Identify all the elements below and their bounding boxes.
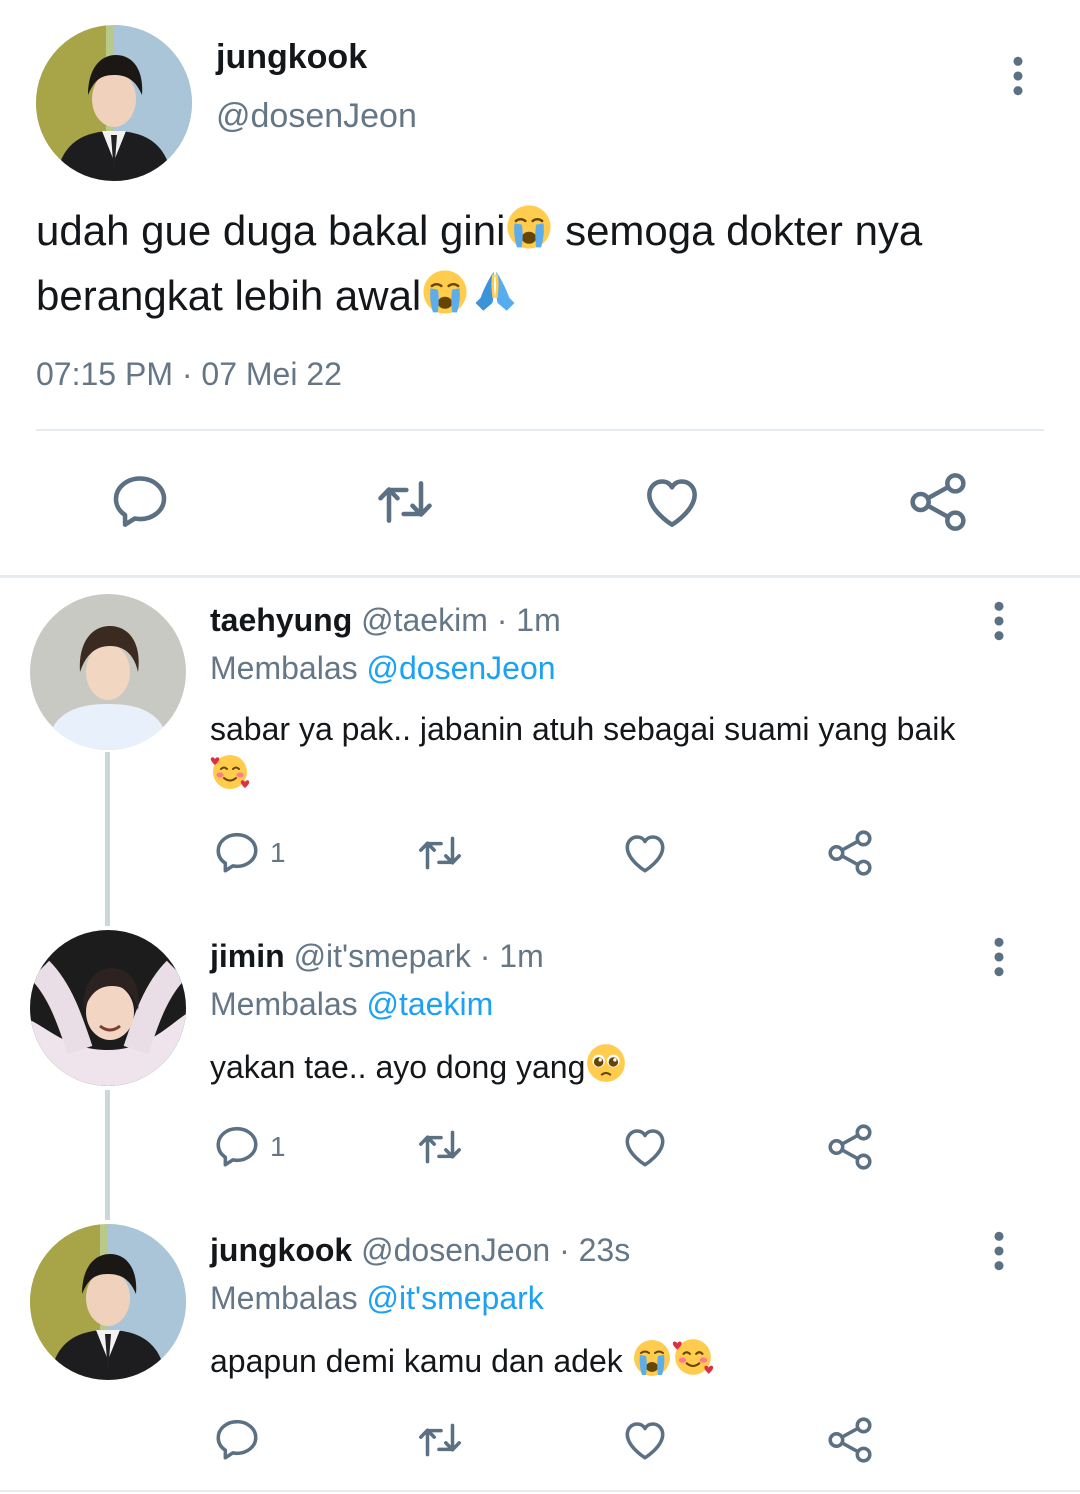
- comment-icon[interactable]: [212, 1122, 262, 1172]
- tweet-actions: [0, 470, 1080, 534]
- reply-count: 1: [270, 837, 286, 868]
- avatar[interactable]: [36, 25, 192, 181]
- loudly-crying-emoji-icon: [421, 268, 469, 329]
- tweet-text-line2: berangkat lebih awal: [36, 272, 422, 319]
- share-icon[interactable]: [906, 470, 970, 534]
- reply-header: jungkook @dosenJeon · 23s: [210, 1232, 630, 1269]
- share-icon[interactable]: [825, 1121, 875, 1173]
- author-meta: @dosenJeon · 23s: [352, 1232, 631, 1268]
- folded-hands-emoji-icon: [469, 264, 521, 329]
- retweet-icon[interactable]: [373, 470, 437, 534]
- mention-link[interactable]: @taekim: [367, 986, 494, 1022]
- reply-text-content: yakan tae.. ayo dong yang: [210, 1049, 586, 1085]
- replying-to-prefix: Membalas: [210, 1280, 367, 1316]
- pleading-face-emoji-icon: [585, 1042, 627, 1096]
- more-vertical-icon[interactable]: [986, 937, 1012, 977]
- replying-to-prefix: Membalas: [210, 986, 367, 1022]
- author-meta: @it'smepark · 1m: [284, 938, 544, 974]
- avatar[interactable]: [30, 930, 186, 1086]
- main-tweet: jungkook @dosenJeon udah gue duga bakal …: [0, 0, 1080, 575]
- mention-link[interactable]: @it'smepark: [367, 1280, 544, 1316]
- thread-line: [105, 752, 110, 926]
- author-meta: @taekim · 1m: [352, 602, 561, 638]
- section-divider: [0, 575, 1080, 578]
- more-vertical-icon[interactable]: [1004, 56, 1032, 96]
- replying-to: Membalas @taekim: [210, 986, 493, 1023]
- reply-count: 1: [270, 1131, 286, 1162]
- loudly-crying-emoji-icon: [632, 1338, 672, 1390]
- reply-header: jimin @it'smepark · 1m: [210, 938, 544, 975]
- author-name[interactable]: jimin: [210, 938, 285, 974]
- reply-text: yakan tae.. ayo dong yang: [210, 1042, 1010, 1096]
- reply-text-content: sabar ya pak.. jabanin atuh sebagai suam…: [210, 711, 956, 747]
- more-vertical-icon[interactable]: [986, 1231, 1012, 1271]
- tweet-text: udah gue duga bakal gini semoga dokter n…: [36, 203, 1046, 329]
- author-handle[interactable]: @dosenJeon: [216, 97, 417, 136]
- thread-line: [105, 1090, 110, 1220]
- share-icon[interactable]: [825, 827, 875, 879]
- share-icon[interactable]: [825, 1414, 875, 1466]
- comment-button[interactable]: [212, 1414, 270, 1466]
- heart-icon[interactable]: [620, 1121, 670, 1173]
- retweet-icon[interactable]: [415, 1121, 465, 1173]
- retweet-icon[interactable]: [415, 1414, 465, 1466]
- tweet-text-line1-rest: semoga dokter nya: [553, 207, 923, 254]
- comment-icon[interactable]: [212, 1415, 262, 1465]
- author-name[interactable]: jungkook: [216, 38, 367, 77]
- comment-icon[interactable]: [108, 470, 172, 534]
- heart-icon[interactable]: [620, 827, 670, 879]
- mention-link[interactable]: @dosenJeon: [367, 650, 556, 686]
- smiling-face-with-hearts-emoji-icon: [672, 1336, 714, 1390]
- avatar[interactable]: [30, 1224, 186, 1380]
- replying-to: Membalas @dosenJeon: [210, 650, 556, 687]
- replying-to-prefix: Membalas: [210, 650, 367, 686]
- more-vertical-icon[interactable]: [986, 601, 1012, 641]
- reply-header: taehyung @taekim · 1m: [210, 602, 561, 639]
- retweet-icon[interactable]: [415, 827, 465, 879]
- heart-icon[interactable]: [620, 1414, 670, 1466]
- loudly-crying-emoji-icon: [505, 203, 553, 264]
- replying-to: Membalas @it'smepark: [210, 1280, 544, 1317]
- reply-text: sabar ya pak.. jabanin atuh sebagai suam…: [210, 706, 970, 804]
- tweet-text-line1: udah gue duga bakal gini: [36, 207, 506, 254]
- comment-button[interactable]: 1: [212, 1121, 286, 1173]
- avatar[interactable]: [30, 594, 186, 750]
- divider: [0, 1490, 1080, 1492]
- reply-text: apapun demi kamu dan adek: [210, 1336, 1010, 1390]
- tweet-timestamp[interactable]: 07:15 PM · 07 Mei 22: [36, 356, 342, 393]
- comment-button[interactable]: 1: [212, 827, 286, 879]
- reply-text-content: apapun demi kamu dan adek: [210, 1343, 632, 1379]
- smiling-face-with-hearts-emoji-icon: [210, 752, 250, 804]
- author-name[interactable]: taehyung: [210, 602, 352, 638]
- divider: [36, 429, 1044, 431]
- heart-icon[interactable]: [640, 470, 704, 534]
- author-name[interactable]: jungkook: [210, 1232, 352, 1268]
- comment-icon[interactable]: [212, 828, 262, 878]
